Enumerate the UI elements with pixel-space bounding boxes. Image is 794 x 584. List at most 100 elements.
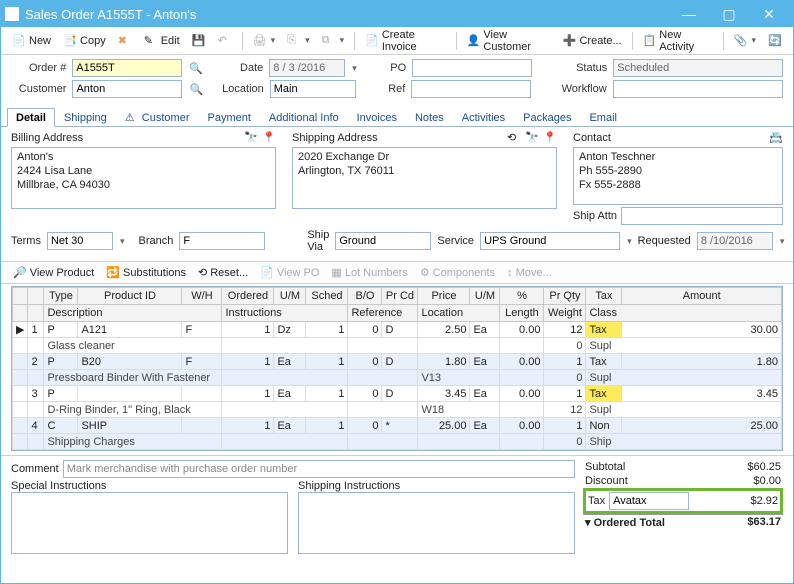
col-weight[interactable]: Weight: [544, 305, 586, 322]
table-row[interactable]: 4CSHIP1Ea10*25.00Ea0.001Non25.00: [13, 418, 782, 434]
table-row-desc[interactable]: D-Ring Binder, 1" Ring, BlackW1812Supl: [13, 402, 782, 418]
comment-input[interactable]: [63, 460, 575, 478]
card-icon[interactable]: 📇: [769, 131, 783, 145]
create-invoice-label: Create Invoice: [382, 29, 446, 53]
chevron-down-icon[interactable]: ▾: [120, 236, 125, 247]
delete-button[interactable]: ✖: [113, 32, 137, 50]
table-row-desc[interactable]: Shipping Charges0Ship: [13, 434, 782, 450]
status-input[interactable]: [613, 59, 783, 77]
customer-input[interactable]: [72, 80, 182, 98]
order-search-icon[interactable]: 🔍: [188, 60, 204, 76]
tab-payment[interactable]: Payment: [198, 108, 259, 127]
order-number-input[interactable]: [72, 59, 182, 77]
attach-button[interactable]: 📎▾: [728, 32, 761, 50]
create-button[interactable]: ➕Create...: [557, 32, 626, 50]
col-instructions[interactable]: Instructions: [222, 305, 348, 322]
ref-input[interactable]: [411, 80, 531, 98]
binoculars-icon[interactable]: 🔭: [525, 131, 539, 145]
col-amount[interactable]: Amount: [622, 288, 782, 305]
new-button[interactable]: 📄New: [7, 32, 56, 50]
col-prqty[interactable]: Pr Qty: [544, 288, 586, 305]
special-instructions-input[interactable]: [11, 492, 288, 554]
col-price[interactable]: Price: [418, 288, 470, 305]
col-length[interactable]: Length: [500, 305, 544, 322]
billing-address-box[interactable]: Anton's 2424 Lisa Lane Millbrae, CA 9403…: [11, 147, 276, 209]
save-icon: 💾: [192, 34, 206, 48]
map-pin-icon[interactable]: 📍: [262, 131, 276, 145]
col-type[interactable]: Type: [44, 288, 78, 305]
table-row[interactable]: ▶1PA121F1Dz10D2.50Ea0.0012Tax30.00: [13, 322, 782, 338]
col-location[interactable]: Location: [418, 305, 500, 322]
ship-attn-input[interactable]: [621, 207, 783, 225]
col-wh[interactable]: W/H: [182, 288, 222, 305]
po-input[interactable]: [412, 59, 532, 77]
reset-button[interactable]: ⟲Reset...: [194, 265, 252, 280]
tab-email[interactable]: Email: [580, 108, 626, 127]
col-prcd[interactable]: Pr Cd: [382, 288, 418, 305]
refresh-button[interactable]: 🔄: [763, 32, 787, 50]
shipping-address-box[interactable]: 2020 Exchange Dr Arlington, TX 76011: [292, 147, 557, 209]
tab-additional[interactable]: Additional Info: [260, 108, 348, 127]
branch-input[interactable]: [179, 232, 265, 250]
col-description[interactable]: Description: [44, 305, 222, 322]
new-activity-button[interactable]: 📋New Activity: [638, 27, 718, 55]
substitutions-button[interactable]: 🔁Substitutions: [102, 265, 190, 280]
service-input[interactable]: [480, 232, 620, 250]
tab-invoices[interactable]: Invoices: [348, 108, 406, 127]
col-um2[interactable]: U/M: [470, 288, 500, 305]
map-pin-icon[interactable]: 📍: [543, 131, 557, 145]
requested-input[interactable]: [697, 232, 773, 250]
col-bo[interactable]: B/O: [348, 288, 382, 305]
date-input[interactable]: [269, 59, 345, 77]
tab-packages[interactable]: Packages: [514, 108, 580, 127]
col-reference[interactable]: Reference: [348, 305, 418, 322]
create-invoice-button[interactable]: 📄Create Invoice: [360, 27, 451, 55]
chevron-down-icon[interactable]: ▾: [780, 236, 785, 247]
chevron-down-icon[interactable]: ▾: [352, 63, 357, 74]
line-items-grid[interactable]: Type Product ID W/H Ordered U/M Sched B/…: [11, 286, 783, 451]
chevron-down-icon[interactable]: ▾: [627, 236, 632, 247]
tab-detail[interactable]: Detail: [7, 108, 55, 127]
undo-button[interactable]: ↶: [213, 32, 237, 50]
table-row-desc[interactable]: Glass cleaner0Supl: [13, 338, 782, 354]
col-tax[interactable]: Tax: [586, 288, 622, 305]
print-button[interactable]: 🖨▾: [248, 32, 281, 50]
tab-customer[interactable]: ⚠Customer: [116, 108, 199, 127]
export-button[interactable]: ⎘▾: [282, 32, 315, 50]
col-ordered[interactable]: Ordered: [222, 288, 274, 305]
shipping-instructions-input[interactable]: [298, 492, 575, 554]
edit-button[interactable]: ✎Edit: [139, 32, 185, 50]
col-pct[interactable]: %: [500, 288, 544, 305]
location-input[interactable]: [270, 80, 356, 98]
copy-left-icon[interactable]: ⟲: [507, 131, 521, 145]
table-row-desc[interactable]: Pressboard Binder With FastenerV130Supl: [13, 370, 782, 386]
table-row[interactable]: 3P1Ea10D3.45Ea0.001Tax3.45: [13, 386, 782, 402]
col-rowhdr[interactable]: [13, 288, 28, 305]
tab-activities[interactable]: Activities: [453, 108, 514, 127]
tab-shipping[interactable]: Shipping: [55, 108, 116, 127]
close-button[interactable]: ✕: [749, 1, 789, 27]
col-product[interactable]: Product ID: [78, 288, 182, 305]
view-product-button[interactable]: 🔎View Product: [9, 265, 98, 280]
col-um[interactable]: U/M: [274, 288, 306, 305]
contact-box[interactable]: Anton Teschner Ph 555-2890 Fx 555-2888: [573, 147, 783, 205]
expand-icon[interactable]: ▾: [585, 517, 591, 529]
maximize-button[interactable]: ▢: [709, 1, 749, 27]
col-class[interactable]: Class: [586, 305, 782, 322]
table-row[interactable]: 2PB20F1Ea10D1.80Ea0.001Tax1.80: [13, 354, 782, 370]
shipping-instructions-label: Shipping Instructions: [298, 480, 575, 492]
minimize-button[interactable]: —: [669, 1, 709, 27]
workflow-input[interactable]: [613, 80, 783, 98]
col-sched[interactable]: Sched: [306, 288, 348, 305]
tax-engine-input[interactable]: [609, 492, 689, 510]
save-button[interactable]: 💾: [187, 32, 211, 50]
copy2-button[interactable]: ⧉▾: [317, 32, 350, 50]
col-num[interactable]: [28, 288, 44, 305]
view-customer-button[interactable]: 👤View Customer: [462, 27, 556, 55]
copy-button[interactable]: 📑Copy: [58, 32, 111, 50]
binoculars-icon[interactable]: 🔭: [244, 131, 258, 145]
terms-input[interactable]: [47, 232, 113, 250]
customer-search-icon[interactable]: 🔍: [188, 81, 204, 97]
tab-notes[interactable]: Notes: [406, 108, 453, 127]
shipvia-input[interactable]: [335, 232, 431, 250]
